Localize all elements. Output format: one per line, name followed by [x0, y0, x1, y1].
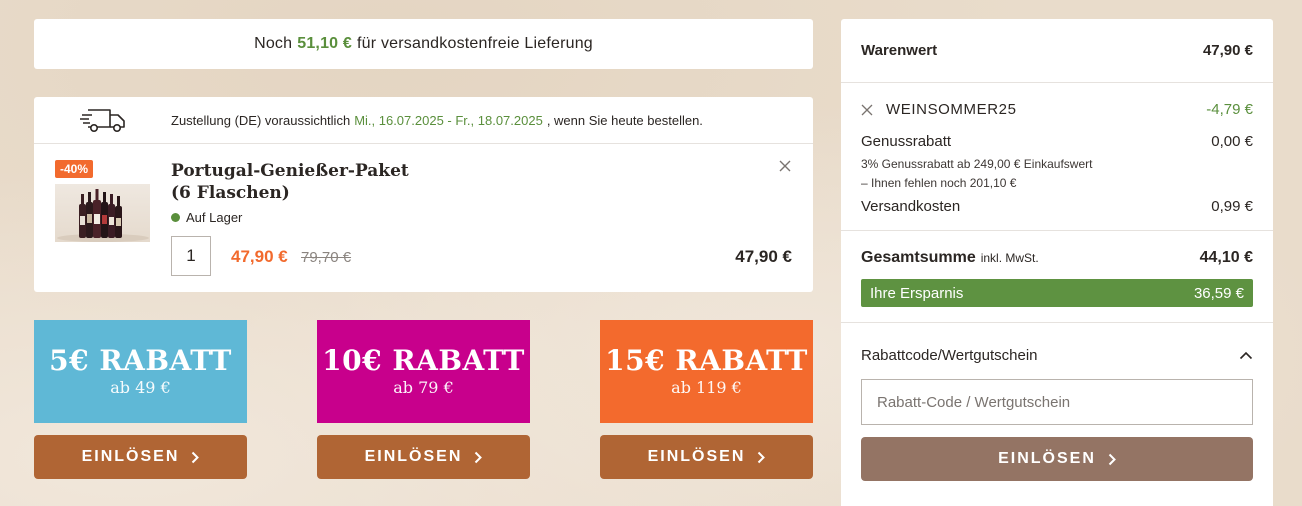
- chevron-right-icon: [192, 451, 200, 463]
- total-section: Gesamtsumme inkl. MwSt. 44,10 € Ihre Ersp…: [841, 231, 1273, 323]
- discounts-section: WEINSOMMER25 -4,79 € Genussrabatt 0,00 €…: [841, 83, 1273, 231]
- promo-15-euro: 15€ RABATT ab 119 € EINLÖSEN: [600, 320, 813, 479]
- old-price: 79,70 €: [301, 249, 352, 266]
- voucher-heading: Rabattcode/Wertgutschein: [861, 347, 1038, 364]
- promo-subtitle: ab 119 €: [671, 378, 742, 397]
- promo-banner: 15€ RABATT ab 119 €: [600, 320, 813, 423]
- genussrabatt-note: 3% Genussrabatt ab 249,00 € Einkaufswert…: [861, 155, 1092, 193]
- button-label: EINLÖSEN: [998, 450, 1096, 467]
- in-stock-dot-icon: [171, 213, 180, 222]
- button-label: EINLÖSEN: [364, 448, 463, 465]
- promo-title: 5€ RABATT: [49, 344, 232, 377]
- chevron-right-icon: [1108, 453, 1116, 465]
- promo-title: 15€ RABATT: [605, 344, 808, 377]
- coupon-value: -4,79 €: [1206, 101, 1253, 118]
- redeem-5-euro-button[interactable]: EINLÖSEN: [34, 435, 247, 479]
- vat-note: inkl. MwSt.: [980, 251, 1039, 265]
- promo-subtitle: ab 49 €: [110, 378, 171, 397]
- genussrabatt-note-line2: – Ihnen fehlen noch 201,10 €: [861, 176, 1017, 190]
- subtotal-row: Warenwert 47,90 €: [841, 19, 1273, 83]
- voucher-code-input[interactable]: [861, 379, 1253, 425]
- shipping-suffix: für versandkostenfreie Lieferung: [357, 35, 593, 52]
- shipping-cost-label: Versandkosten: [861, 198, 961, 215]
- shipping-prefix: Noch: [254, 35, 293, 52]
- unit-price: 47,90 €: [231, 247, 288, 266]
- delivery-prefix: Zustellung (DE) voraussichtlich: [171, 112, 351, 128]
- savings-label: Ihre Ersparnis: [870, 284, 964, 302]
- redeem-10-euro-button[interactable]: EINLÖSEN: [317, 435, 530, 479]
- chevron-up-icon: [1239, 351, 1253, 360]
- delivery-truck-icon: [80, 109, 125, 132]
- subtotal-value: 47,90 €: [1202, 42, 1253, 59]
- chevron-right-icon: [475, 451, 483, 463]
- applied-coupon: WEINSOMMER25 -4,79 €: [861, 101, 1253, 118]
- free-shipping-banner: Noch 51,10 € für versandkostenfreie Lief…: [34, 19, 813, 69]
- remove-item-close-icon[interactable]: [778, 159, 792, 173]
- subtotal-label: Warenwert: [861, 42, 938, 59]
- product-image[interactable]: [55, 184, 150, 242]
- quantity-field[interactable]: 1: [171, 236, 211, 276]
- line-total: 47,90 €: [735, 247, 792, 266]
- genussrabatt-label: Genussrabatt: [861, 133, 952, 150]
- promo-banner: 5€ RABATT ab 49 €: [34, 320, 247, 423]
- promo-5-euro: 5€ RABATT ab 49 € EINLÖSEN: [34, 320, 247, 479]
- discount-badge: -40%: [55, 160, 94, 178]
- grand-total-value: 44,10 €: [1199, 249, 1253, 266]
- stock-label: Auf Lager: [186, 210, 243, 225]
- redeem-15-euro-button[interactable]: EINLÖSEN: [600, 435, 813, 479]
- grand-total-row: Gesamtsumme inkl. MwSt. 44,10 €: [861, 249, 1253, 267]
- product-title[interactable]: Portugal-Genießer-Paket (6 Flaschen): [171, 160, 431, 204]
- voucher-section: Rabattcode/Wertgutschein EINLÖSEN: [841, 323, 1273, 505]
- genussrabatt-row: Genussrabatt 0,00 €: [861, 133, 1253, 150]
- delivery-dates: Mi., 16.07.2025 - Fr., 18.07.2025: [354, 112, 543, 128]
- delivery-suffix: , wenn Sie heute bestellen.: [546, 112, 703, 128]
- chevron-right-icon: [758, 451, 766, 463]
- delivery-info: Zustellung (DE) voraussichtlich Mi., 16.…: [34, 97, 813, 144]
- genussrabatt-value: 0,00 €: [1211, 133, 1253, 150]
- shipping-cost-row: Versandkosten 0,99 €: [861, 198, 1253, 215]
- button-label: EINLÖSEN: [81, 448, 180, 465]
- savings-bar: Ihre Ersparnis 36,59 €: [861, 279, 1253, 307]
- remove-coupon-close-icon[interactable]: [861, 104, 873, 116]
- grand-total-label: Gesamtsumme: [861, 249, 976, 266]
- genussrabatt-note-line1: 3% Genussrabatt ab 249,00 € Einkaufswert: [861, 157, 1093, 171]
- savings-value: 36,59 €: [1193, 284, 1244, 302]
- promo-subtitle: ab 79 €: [393, 378, 454, 397]
- promo-title: 10€ RABATT: [322, 344, 525, 377]
- stock-status: Auf Lager: [171, 210, 242, 225]
- cart-item: -40% Portugal-Genießer-Paket (6 Flaschen…: [34, 144, 813, 291]
- cart-panel: Zustellung (DE) voraussichtlich Mi., 16.…: [34, 97, 813, 292]
- button-label: EINLÖSEN: [647, 448, 746, 465]
- wine-bottles-image: [57, 189, 149, 242]
- order-summary: Warenwert 47,90 € WEINSOMMER25 -4,79 € G…: [841, 19, 1273, 506]
- promo-10-euro: 10€ RABATT ab 79 € EINLÖSEN: [317, 320, 530, 479]
- redeem-voucher-button[interactable]: EINLÖSEN: [861, 437, 1253, 481]
- voucher-toggle[interactable]: Rabattcode/Wertgutschein: [861, 347, 1253, 364]
- promo-banner: 10€ RABATT ab 79 €: [317, 320, 530, 423]
- shipping-remaining-amount: 51,10 €: [297, 35, 353, 52]
- coupon-code: WEINSOMMER25: [886, 101, 1017, 118]
- shipping-cost-value: 0,99 €: [1211, 198, 1253, 215]
